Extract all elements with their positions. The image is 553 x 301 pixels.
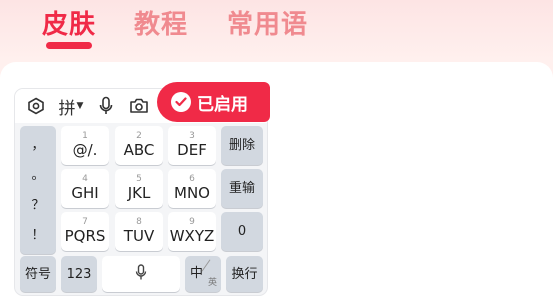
input-mode-pinyin[interactable]: 拼 ▼ bbox=[55, 95, 87, 119]
key-3[interactable]: 3 DEF bbox=[168, 126, 216, 165]
enabled-label: 已启用 bbox=[197, 94, 248, 115]
hexagon-settings-icon[interactable] bbox=[25, 95, 47, 117]
punct-period[interactable]: 。 bbox=[31, 167, 44, 184]
microphone-icon[interactable] bbox=[95, 95, 117, 117]
key-5[interactable]: 5 JKL bbox=[115, 169, 163, 208]
check-icon bbox=[171, 92, 191, 112]
key-8[interactable]: 8 TUV bbox=[115, 212, 163, 251]
punct-exclaim[interactable]: ！ bbox=[31, 227, 44, 244]
enter-key[interactable]: 换行 bbox=[226, 256, 263, 292]
key-7[interactable]: 7 PQRS bbox=[61, 212, 109, 251]
camera-icon[interactable] bbox=[127, 95, 151, 117]
punctuation-column[interactable]: ， 。 ？ ！ bbox=[20, 126, 56, 254]
input-mode-label: 拼 bbox=[58, 98, 76, 119]
delete-key[interactable]: 删除 bbox=[221, 126, 263, 165]
key-6[interactable]: 6 MNO bbox=[168, 169, 216, 208]
tab-tutorial[interactable]: 教程 bbox=[134, 4, 188, 41]
punct-comma[interactable]: ， bbox=[31, 137, 44, 154]
key-9[interactable]: 9 WXYZ bbox=[168, 212, 216, 251]
punct-question[interactable]: ？ bbox=[31, 197, 44, 214]
key-4[interactable]: 4 GHI bbox=[61, 169, 109, 208]
lang-zh-label: 中 bbox=[190, 266, 204, 281]
symbols-key[interactable]: 符号 bbox=[20, 256, 56, 292]
tab-phrases[interactable]: 常用语 bbox=[227, 4, 308, 41]
key-2[interactable]: 2 ABC bbox=[115, 126, 163, 165]
chevron-down-icon: ▼ bbox=[76, 101, 84, 111]
reinput-key[interactable]: 重输 bbox=[221, 169, 263, 208]
active-tab-indicator bbox=[46, 42, 92, 49]
microphone-icon bbox=[135, 263, 147, 285]
tab-bar: 皮肤 教程 常用语 bbox=[0, 0, 553, 60]
numbers-key[interactable]: 123 bbox=[61, 256, 97, 292]
lang-switch-key[interactable]: 中 英 bbox=[185, 256, 221, 292]
enabled-badge: 已启用 bbox=[157, 82, 270, 122]
lang-en-label: 英 bbox=[207, 278, 217, 288]
space-voice-key[interactable] bbox=[102, 256, 180, 292]
zero-key[interactable]: 0 bbox=[221, 212, 263, 251]
key-1[interactable]: 1 @/. bbox=[61, 126, 109, 165]
tab-skins[interactable]: 皮肤 bbox=[42, 4, 96, 41]
